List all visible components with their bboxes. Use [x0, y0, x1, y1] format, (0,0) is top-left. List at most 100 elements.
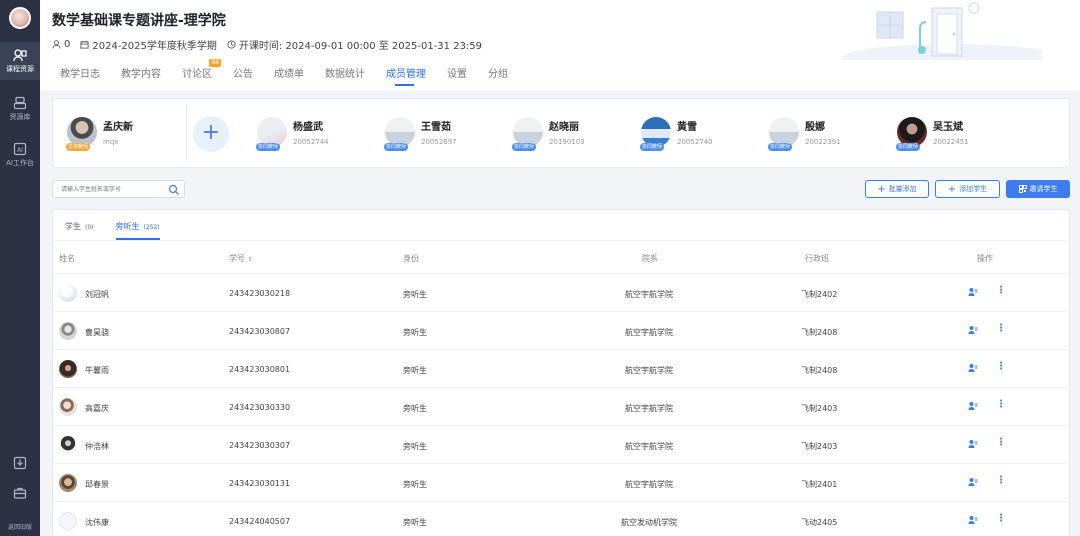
- student-department: 航空宇航学院: [625, 480, 673, 489]
- teacher-name: 王雪茹: [421, 122, 451, 133]
- teacher-item[interactable]: 协同教师 杨盛武 20052744: [256, 117, 329, 151]
- tab-students[interactable]: 学生 (0): [65, 221, 94, 240]
- student-identity: 旁听生: [403, 442, 427, 451]
- sidebar-item-ai[interactable]: AI AI工作台: [0, 142, 40, 168]
- tab-announcement[interactable]: 公告: [233, 65, 262, 88]
- tab-teaching-log[interactable]: 教学日志: [60, 65, 109, 88]
- table-row: 刘冠帆 243423030218 旁听生 航空宇航学院 飞制2402 ⋮: [53, 274, 1069, 312]
- add-teacher-button[interactable]: +: [193, 116, 229, 152]
- batch-add-button[interactable]: + 批量添加: [865, 180, 929, 198]
- page-title: 数学基础课专题讲座-理学院: [52, 13, 226, 29]
- toolbox-button[interactable]: [0, 486, 40, 503]
- app-logo[interactable]: [9, 7, 31, 29]
- search-icon[interactable]: [168, 184, 180, 196]
- avatar: [59, 360, 77, 378]
- more-icon[interactable]: ⋮: [996, 323, 1006, 334]
- avatar: 协同教师: [256, 117, 287, 151]
- avatar: [59, 322, 77, 340]
- plus-icon: +: [201, 120, 221, 145]
- student-class: 飞制2401: [801, 480, 838, 489]
- student-identity: 旁听生: [403, 404, 427, 413]
- student-identity: 旁听生: [403, 480, 427, 489]
- role-badge: 主讲教师: [66, 143, 91, 151]
- teacher-id: 20052744: [293, 138, 329, 146]
- teacher-item[interactable]: 协同教师 殷娜 20022391: [768, 117, 841, 151]
- student-id: 243423030307: [229, 441, 291, 450]
- sidebar-item-course[interactable]: 课程资源: [0, 42, 40, 80]
- role-badge: 协同教师: [896, 143, 921, 151]
- plus-icon: +: [947, 183, 957, 195]
- clock-icon: [227, 40, 236, 49]
- student-name: 仲浩林: [85, 442, 109, 451]
- course-icon: [13, 49, 27, 62]
- invite-student-button[interactable]: 邀请学生: [1006, 180, 1070, 198]
- teacher-id: 20052697: [421, 138, 457, 146]
- more-icon[interactable]: ⋮: [996, 361, 1006, 372]
- student-name: 邱春景: [85, 480, 109, 489]
- student-id: 243424040507: [229, 517, 291, 526]
- table-row: 邱春景 243423030131 旁听生 航空宇航学院 飞制2401 ⋮: [53, 464, 1069, 502]
- calendar-icon: [80, 40, 89, 49]
- more-icon[interactable]: ⋮: [996, 475, 1006, 486]
- student-class: 飞动2405: [801, 518, 838, 527]
- teacher-item[interactable]: 协同教师 吴玉斌 20022451: [896, 117, 969, 151]
- switch-role-icon[interactable]: [968, 325, 978, 335]
- add-student-button[interactable]: + 添加学生: [935, 180, 1000, 198]
- role-badge: 协同教师: [384, 143, 409, 151]
- more-icon[interactable]: ⋮: [996, 285, 1006, 296]
- student-id: 243423030807: [229, 327, 291, 336]
- course-meta: 0 2024-2025学年度秋季学期 开课时间: 2024-09-01 00:0…: [52, 37, 482, 52]
- switch-role-icon[interactable]: [968, 477, 978, 487]
- tab-auditors[interactable]: 旁听生 (252): [115, 221, 160, 240]
- switch-role-icon[interactable]: [968, 401, 978, 411]
- teacher-id: 20052740: [677, 138, 713, 146]
- back-old-version-link[interactable]: 返回旧版: [0, 522, 40, 531]
- teacher-name: 黄雪: [677, 122, 697, 133]
- tab-groups[interactable]: 分组: [488, 65, 517, 88]
- divider: [186, 105, 187, 161]
- student-department: 航空宇航学院: [625, 404, 673, 413]
- more-icon[interactable]: ⋮: [996, 437, 1006, 448]
- member-tabs: 学生 (0) 旁听生 (252): [65, 221, 182, 240]
- teacher-item[interactable]: 协同教师 赵晓丽 20190103: [512, 117, 585, 151]
- sidebar-item-library[interactable]: 资源库: [0, 96, 40, 122]
- schedule-text: 开课时间: 2024-09-01 00:00 至 2025-01-31 23:5…: [238, 41, 483, 52]
- student-department: 航空发动机学院: [621, 518, 677, 527]
- table-header: 姓名 学号 ⇕ 身份 院系 行政班 操作: [53, 240, 1069, 274]
- student-name: 高嘉庆: [85, 404, 109, 413]
- student-department: 航空宇航学院: [625, 328, 673, 337]
- tab-statistics[interactable]: 数据统计: [325, 65, 374, 88]
- more-icon[interactable]: ⋮: [996, 399, 1006, 410]
- teacher-id: 20022451: [933, 138, 969, 146]
- switch-role-icon[interactable]: [968, 363, 978, 373]
- course-header: 数学基础课专题讲座-理学院 0 2024-2025学年度秋季学期 开课时间: 2…: [40, 0, 1080, 90]
- teacher-name: 赵晓丽: [549, 122, 579, 133]
- tab-grades[interactable]: 成绩单: [274, 65, 313, 88]
- teacher-item[interactable]: 协同教师 黄雪 20052740: [640, 117, 713, 151]
- svg-text:AI: AI: [17, 147, 23, 154]
- student-search: [52, 180, 185, 198]
- switch-role-icon[interactable]: [968, 439, 978, 449]
- col-class: 行政班: [805, 254, 829, 263]
- student-id: 243423030801: [229, 365, 291, 374]
- left-sidebar: 课程资源 资源库 AI AI工作台 返回旧版: [0, 0, 40, 536]
- tab-member-management[interactable]: 成员管理: [386, 65, 435, 88]
- download-button[interactable]: [0, 456, 40, 473]
- switch-role-icon[interactable]: [968, 515, 978, 525]
- col-student-id[interactable]: 学号 ⇕: [229, 253, 253, 264]
- search-input[interactable]: [53, 185, 165, 193]
- teacher-item[interactable]: 协同教师 王雪茹 20052697: [384, 117, 457, 151]
- student-name: 曹昊骁: [85, 328, 109, 337]
- table-row: 牛馨雨 243423030801 旁听生 航空宇航学院 飞制2408 ⋮: [53, 350, 1069, 388]
- qrcode-icon: [1018, 185, 1027, 193]
- student-name: 沈伟康: [85, 518, 109, 527]
- tab-discussion[interactable]: 讨论区 88: [182, 59, 221, 88]
- student-id: 243423030218: [229, 289, 291, 298]
- switch-role-icon[interactable]: [968, 287, 978, 297]
- more-icon[interactable]: ⋮: [996, 513, 1006, 524]
- tab-settings[interactable]: 设置: [447, 65, 476, 88]
- ai-icon: AI: [13, 142, 27, 156]
- teacher-main[interactable]: 主讲教师 孟庆新 mqx: [66, 117, 133, 151]
- semester-text: 2024-2025学年度秋季学期: [92, 41, 217, 52]
- tab-teaching-content[interactable]: 教学内容: [121, 65, 170, 88]
